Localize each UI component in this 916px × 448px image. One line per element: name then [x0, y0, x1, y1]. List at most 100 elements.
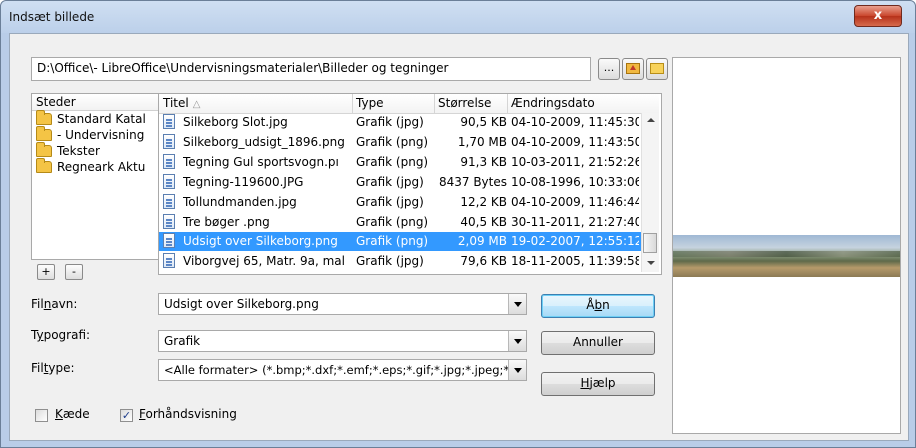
place-label: Tekster: [57, 144, 100, 158]
filename-dropdown-button[interactable]: [508, 294, 526, 314]
remove-place-button[interactable]: -: [65, 264, 83, 280]
places-list[interactable]: Steder Standard Katal - Undervisning Tek…: [31, 93, 165, 260]
place-item[interactable]: Regneark Aktu: [32, 157, 164, 175]
image-file-icon: [163, 233, 175, 249]
file-name: Tollundmanden.jpg: [183, 194, 297, 209]
help-button[interactable]: Hjælp: [541, 372, 655, 396]
file-name: Viborgvej 65, Matr. 9a, mal: [183, 254, 345, 269]
file-date: 04-10-2009, 11:43:50: [511, 134, 639, 149]
place-item[interactable]: Tekster: [32, 141, 164, 159]
link-label: Kæde: [55, 407, 90, 421]
file-type: Grafik (png): [356, 214, 429, 229]
file-row[interactable]: Viborgvej 65, Matr. 9a, mal Grafik (jpg) 7…: [159, 252, 641, 271]
filetype-select[interactable]: <Alle formater> (*.bmp;*.dxf;*.emf;*.eps…: [158, 359, 527, 381]
file-date: 04-10-2009, 11:46:44: [511, 194, 639, 209]
image-file-icon: [163, 193, 175, 209]
column-date[interactable]: Ændringsdato: [511, 96, 595, 110]
file-name: Tegning-119600.JPG: [183, 174, 304, 189]
new-folder-icon: [650, 63, 664, 74]
file-size: 12,2 KB: [460, 194, 507, 209]
file-row[interactable]: Tollundmanden.jpg Grafik (jpg) 12,2 KB 04-1…: [159, 193, 641, 212]
file-size: 2,09 MB: [457, 234, 507, 249]
filename-input[interactable]: Udsigt over Silkeborg.png: [158, 293, 527, 315]
preview-label: Forhåndsvisning: [139, 407, 237, 421]
file-name: Silkeborg Slot.jpg: [183, 115, 288, 129]
column-type[interactable]: Type: [356, 96, 384, 110]
style-select[interactable]: Grafik: [158, 330, 527, 352]
file-name: Tegning Gul sportsvogn.pı: [183, 154, 339, 169]
style-label: Typografi:: [31, 328, 91, 342]
image-file-icon: [163, 213, 175, 229]
folder-icon: [36, 109, 52, 125]
dialog-title: Indsæt billede: [9, 10, 95, 24]
new-folder-button[interactable]: [646, 58, 668, 80]
dialog-body: D:\Office\- LibreOffice\Undervisningsmat…: [9, 33, 909, 441]
file-date: 18-11-2005, 11:39:58: [511, 254, 639, 269]
image-file-icon: [163, 173, 175, 189]
file-type: Grafik (png): [356, 234, 429, 249]
place-item[interactable]: - Undervisning: [32, 125, 164, 143]
file-row[interactable]: Udsigt over Silkeborg.png Grafik (png) 2,0…: [159, 232, 641, 252]
file-date: 10-08-1996, 10:33:06: [511, 174, 639, 189]
file-size: 8437 Bytes: [438, 174, 507, 189]
file-date: 04-10-2009, 11:45:30: [511, 115, 639, 129]
file-name: Silkeborg_udsigt_1896.png: [183, 134, 345, 149]
place-item[interactable]: Standard Katal: [32, 109, 164, 127]
scroll-down-icon[interactable]: [647, 261, 655, 265]
file-size: 40,5 KB: [460, 214, 507, 229]
file-type: Grafik (jpg): [356, 174, 424, 189]
image-file-icon: [163, 114, 175, 129]
file-name: Udsigt over Silkeborg.png: [183, 234, 338, 249]
image-file-icon: [163, 153, 175, 169]
file-row[interactable]: Tegning Gul sportsvogn.pı Grafik (png) 91,…: [159, 153, 641, 172]
path-input[interactable]: D:\Office\- LibreOffice\Undervisningsmat…: [31, 57, 591, 81]
add-place-button[interactable]: +: [37, 264, 55, 280]
file-type: Grafik (png): [356, 154, 429, 169]
filename-label: Filnavn:: [31, 297, 78, 311]
places-header: Steder: [32, 94, 164, 111]
column-title[interactable]: Titel △: [163, 96, 200, 110]
file-size: 1,70 MB: [457, 134, 507, 149]
file-type: Grafik (jpg): [356, 115, 424, 129]
title-bar[interactable]: Indsæt billede x: [1, 1, 915, 33]
place-label: Regneark Aktu: [57, 160, 146, 174]
folder-icon: [36, 125, 52, 141]
place-label: - Undervisning: [57, 128, 145, 142]
filetype-label: Filtype:: [31, 361, 75, 375]
file-date: 30-11-2011, 21:27:40: [511, 214, 639, 229]
link-checkbox[interactable]: [35, 409, 48, 422]
open-button[interactable]: Åbn: [541, 294, 655, 318]
style-dropdown-button[interactable]: [508, 331, 526, 351]
sort-ascending-icon: △: [192, 99, 201, 110]
scroll-thumb[interactable]: [643, 233, 657, 253]
vertical-scrollbar[interactable]: [641, 113, 659, 272]
file-row[interactable]: Silkeborg_udsigt_1896.png Grafik (png) 1,7…: [159, 133, 641, 152]
preview-image: [673, 235, 900, 277]
preview-checkbox[interactable]: ✓: [120, 409, 133, 422]
file-date: 10-03-2011, 21:52:26: [511, 154, 639, 169]
filetype-dropdown-button[interactable]: [508, 360, 526, 380]
place-label: Standard Katal: [57, 112, 146, 126]
file-row[interactable]: Tre bøger .png Grafik (png) 40,5 KB 30-11-2…: [159, 213, 641, 232]
folder-up-icon: [626, 63, 640, 74]
file-size: 79,6 KB: [460, 254, 507, 269]
file-size: 91,3 KB: [460, 154, 507, 169]
scroll-up-icon[interactable]: [647, 118, 655, 122]
file-row[interactable]: Tegning-119600.JPG Grafik (jpg) 8437 Bytes…: [159, 173, 641, 192]
column-size[interactable]: Størrelse: [438, 96, 491, 110]
close-button[interactable]: x: [854, 5, 902, 27]
file-list[interactable]: Titel △ Type Størrelse Ændringsdato Silke…: [158, 93, 662, 275]
folder-up-button[interactable]: [622, 58, 644, 80]
preview-pane: [672, 57, 901, 434]
filename-value: Udsigt over Silkeborg.png: [164, 297, 319, 311]
file-name: Tre bøger .png: [183, 214, 270, 229]
image-file-icon: [163, 133, 175, 149]
filetype-value: <Alle formater> (*.bmp;*.dxf;*.emf;*.eps…: [164, 363, 510, 377]
file-type: Grafik (jpg): [356, 194, 424, 209]
file-list-header: Titel △ Type Størrelse Ændringsdato: [159, 94, 659, 114]
file-type: Grafik (jpg): [356, 254, 424, 269]
cancel-button[interactable]: Annuller: [541, 331, 655, 355]
style-value: Grafik: [164, 334, 201, 348]
file-row[interactable]: Silkeborg Slot.jpg Grafik (jpg) 90,5 KB 04-…: [159, 113, 641, 132]
browse-button[interactable]: ...: [598, 58, 620, 80]
